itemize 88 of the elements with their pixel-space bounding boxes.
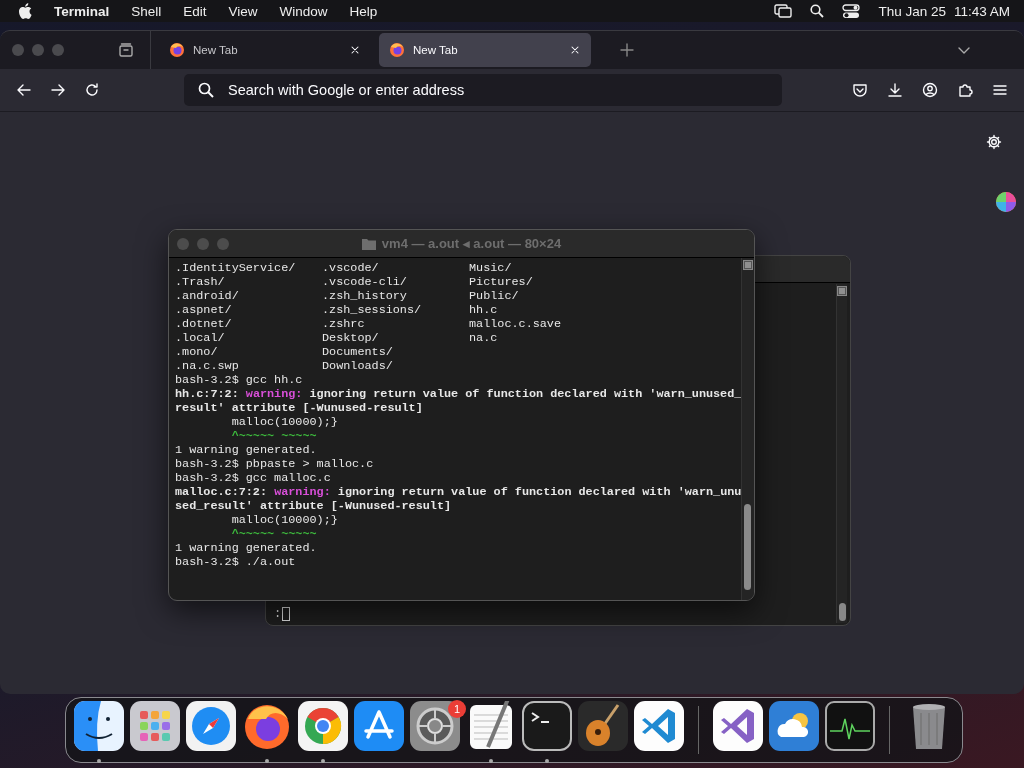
caret-marker: ^~~~~~ ~~~~~	[230, 527, 318, 541]
scroll-bar[interactable]	[836, 284, 847, 623]
notification-badge: 1	[448, 700, 466, 718]
warning-line: hh.c:7:2: warning: ignoring return value of function declared with 'warn_unused_	[175, 387, 742, 401]
back-icon[interactable]	[16, 82, 32, 98]
ribbon-icon[interactable]	[713, 701, 763, 751]
puzzle-icon[interactable]	[957, 82, 973, 98]
menu-icon[interactable]	[992, 82, 1008, 98]
scroll-bar[interactable]	[741, 258, 754, 600]
output-line: result' attribute [-Wunused-result]	[175, 401, 424, 415]
fox-globe-icon	[169, 42, 185, 58]
account-icon[interactable]	[922, 82, 938, 98]
file-name: na.c	[469, 331, 499, 345]
terminal-prompt: :	[274, 607, 282, 621]
smiling-face-icon[interactable]	[74, 701, 124, 751]
gear-icon[interactable]	[410, 701, 460, 751]
file-name: .zsh_history	[322, 289, 408, 303]
file-name: .na.c.swp	[175, 359, 240, 373]
file-name: .mono/	[175, 345, 219, 359]
app-grid-icon[interactable]	[130, 701, 180, 751]
file-name: .android/	[175, 289, 240, 303]
list-icon[interactable]	[743, 260, 754, 270]
new-tab-icon[interactable]	[619, 42, 635, 58]
file-name: .zsh_sessions/	[322, 303, 423, 317]
menu-item[interactable]: Shell	[131, 3, 162, 19]
output-line: malloc(10000);}	[230, 415, 339, 429]
fox-globe-icon	[389, 42, 405, 58]
file-name: .zshrc	[322, 317, 366, 331]
command-line: bash-3.2$ pbpaste > malloc.c	[175, 457, 375, 471]
settings-icon[interactable]	[986, 134, 1002, 150]
app-menu[interactable]: Terminal	[54, 3, 110, 19]
pocket-icon[interactable]	[852, 82, 868, 98]
address-field[interactable]: Search with Google or enter address	[184, 74, 782, 106]
tab-list-icon[interactable]	[118, 42, 134, 58]
download-icon[interactable]	[887, 82, 903, 98]
menu-item[interactable]: View	[228, 3, 258, 19]
letter-a-icon[interactable]	[354, 701, 404, 751]
file-name: Pictures/	[469, 275, 534, 289]
file-name: hh.c	[469, 303, 499, 317]
toggles-icon[interactable]	[842, 3, 861, 19]
file-name: .vscode-cli/	[322, 275, 408, 289]
file-name: Downloads/	[322, 359, 394, 373]
output-line: sed_result' attribute [-Wunused-result]	[175, 499, 453, 513]
file-name: Music/	[469, 261, 513, 275]
terminal-prompt-icon[interactable]	[522, 701, 572, 751]
browser-tab[interactable]: New Tab	[379, 33, 591, 67]
color-wheel-icon[interactable]	[996, 192, 1016, 212]
command-line: bash-3.2$ ./a.out	[175, 555, 297, 569]
command-line: bash-3.2$ gcc hh.c	[175, 373, 304, 387]
browser-tab[interactable]: New Tab	[159, 33, 371, 67]
forward-icon[interactable]	[50, 82, 66, 98]
caret-marker: ^~~~~~ ~~~~~	[230, 429, 318, 443]
menu-item[interactable]: Help	[349, 3, 378, 19]
file-name: Documents/	[322, 345, 394, 359]
scroll-thumb[interactable]	[839, 603, 846, 621]
file-name: Desktop/	[322, 331, 380, 345]
menu-item[interactable]: Edit	[183, 3, 207, 19]
ribbon-icon[interactable]	[634, 701, 684, 751]
compass-icon[interactable]	[186, 701, 236, 751]
search-icon	[198, 82, 214, 98]
file-name: .IdentityService/	[175, 261, 297, 275]
command-line: bash-3.2$ gcc malloc.c	[175, 471, 332, 485]
output-line: 1 warning generated.	[175, 541, 318, 555]
file-name: .vscode/	[322, 261, 380, 275]
guitar-icon[interactable]	[578, 701, 628, 751]
menubar-date[interactable]: Thu Jan 25	[878, 3, 946, 19]
warning-line: malloc.c:7:2: warning: ignoring return value of function declared with 'warn_unu	[175, 485, 742, 499]
apple-logo-icon[interactable]	[18, 3, 32, 19]
window-title: vm4 — a.out ◂ a.out — 80×24	[381, 236, 562, 251]
menu-item[interactable]: Window	[279, 3, 328, 19]
file-name: .local/	[175, 331, 226, 345]
search-icon[interactable]	[810, 4, 825, 18]
reload-icon[interactable]	[84, 82, 100, 98]
output-line: 1 warning generated.	[175, 443, 318, 457]
output-line: malloc(10000);}	[230, 513, 339, 527]
round-browser-icon[interactable]	[298, 701, 348, 751]
pulse-chart-icon[interactable]	[825, 701, 875, 751]
cloud-sun-icon[interactable]	[769, 701, 819, 751]
file-name: .Trash/	[175, 275, 226, 289]
scroll-thumb[interactable]	[744, 504, 752, 590]
cursor-icon	[282, 607, 291, 621]
windows-icon[interactable]	[774, 4, 793, 18]
file-name: Public/	[469, 289, 520, 303]
file-name: .aspnet/	[175, 303, 233, 317]
file-name: .dotnet/	[175, 317, 233, 331]
folder-icon	[361, 237, 376, 250]
menubar-time[interactable]: 11:43 AM	[953, 3, 1010, 19]
file-name: malloc.c.save	[469, 317, 563, 331]
